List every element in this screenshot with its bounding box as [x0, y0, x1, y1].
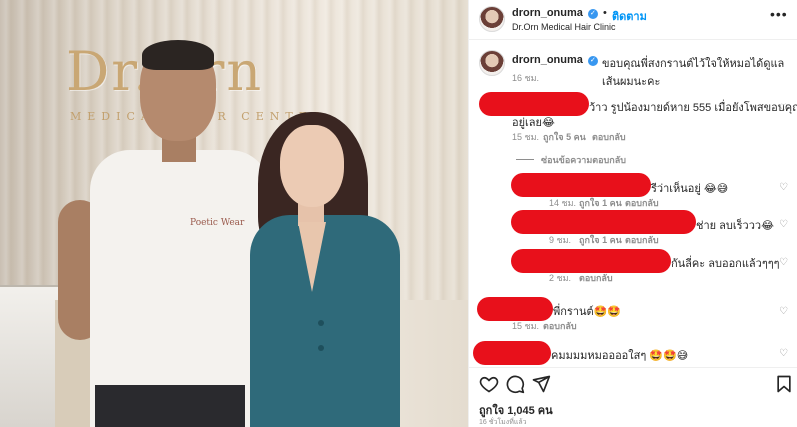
action-bar: [469, 367, 797, 397]
reply-button[interactable]: ตอบกลับ: [543, 319, 577, 333]
woman-face: [280, 125, 344, 207]
comment-likes[interactable]: ถูกใจ 5 คน: [543, 130, 586, 144]
comment-text: คมมมมหมออออใสๆ 🤩🤩😅: [551, 350, 689, 362]
header-location[interactable]: Dr.Orn Medical Hair Clinic: [512, 22, 616, 32]
reply-likes[interactable]: ถูกใจ 1 คน: [579, 233, 622, 247]
reply-likes[interactable]: ถูกใจ 1 คน: [579, 196, 622, 210]
heart-icon[interactable]: ♡: [779, 306, 788, 317]
heart-icon[interactable]: ♡: [779, 348, 788, 359]
reception-counter: [0, 285, 60, 427]
comment-icon[interactable]: [505, 374, 525, 394]
username-text[interactable]: drorn_onuma: [512, 54, 583, 66]
caption-time: 16 ชม.: [512, 73, 540, 83]
redacted-username: [473, 341, 551, 365]
redacted-username: [511, 173, 651, 197]
blazer-button: [318, 320, 324, 326]
header-username[interactable]: drorn_onuma ✓: [512, 7, 598, 19]
comment-text: พี่กรานต์🤩🤩: [553, 306, 622, 318]
comment-text: ว้าว รูปน้องมายด์หาย 555 เมื่อยังโพสขอบค…: [589, 102, 797, 114]
send-icon[interactable]: [531, 374, 551, 394]
reply-button[interactable]: ตอบกลับ: [625, 233, 659, 247]
redacted-username: [511, 210, 696, 234]
shirt-print: Poetic Wear: [190, 218, 245, 228]
reply-text: ช่าย ลบเร็ววว😂: [696, 220, 774, 232]
man-hair: [142, 40, 214, 70]
post-header: drorn_onuma ✓ • ติดตาม Dr.Orn Medical Ha…: [469, 0, 797, 40]
follow-button[interactable]: ติดตาม: [612, 7, 647, 25]
woman-lapel: [298, 222, 326, 292]
caption-username[interactable]: drorn_onuma ✓: [512, 54, 598, 66]
reply-time: 2 ชม.: [549, 273, 572, 283]
comment-time: 15 ชม.: [512, 321, 540, 331]
redacted-username: [477, 297, 553, 321]
comment-text-continued: อยู่เลย😂: [512, 117, 555, 129]
comment-time: 15 ชม.: [512, 132, 540, 142]
more-horizontal-icon[interactable]: •••: [770, 6, 788, 22]
post-side-panel: drorn_onuma ✓ • ติดตาม Dr.Orn Medical Ha…: [468, 0, 797, 427]
caption-text: ขอบคุณพี่สงกรานต์ไว้ใจให้หมอได้ดูแลเส้นผ…: [601, 58, 785, 88]
reply-time: 14 ชม.: [549, 198, 577, 208]
reply-time: 9 ชม.: [549, 235, 572, 245]
heart-icon[interactable]: [479, 374, 499, 394]
blazer-button: [318, 345, 324, 351]
hide-replies-button[interactable]: ซ่อนข้อความตอบกลับ: [541, 153, 626, 167]
reply-button[interactable]: ตอบกลับ: [592, 130, 626, 144]
post-photo[interactable]: Dr.Orn MEDICAL HAIR CENTER Poetic Wear: [0, 0, 468, 427]
man-pants: [95, 385, 245, 427]
heart-icon[interactable]: ♡: [779, 182, 788, 193]
reply-button[interactable]: ตอบกลับ: [625, 196, 659, 210]
reply-button[interactable]: ตอบกลับ: [579, 271, 613, 285]
replies-divider: [516, 159, 534, 160]
caption-avatar[interactable]: [479, 50, 505, 76]
separator-dot: •: [602, 7, 607, 19]
heart-icon[interactable]: ♡: [779, 257, 788, 268]
username-text[interactable]: drorn_onuma: [512, 7, 583, 19]
reply-text: รีว่าเห็นอยู่ 😂😅: [651, 183, 729, 195]
heart-icon[interactable]: ♡: [779, 219, 788, 230]
bookmark-icon[interactable]: [774, 374, 794, 394]
redacted-username: [511, 249, 671, 273]
verified-badge-icon: ✓: [587, 9, 598, 19]
avatar[interactable]: [479, 6, 505, 32]
post-timestamp: 16 ชั่วโมงที่แล้ว: [479, 419, 527, 426]
verified-badge-icon: ✓: [587, 56, 598, 66]
reply-text: กันลี่คะ ลบออกแล้วๆๆๆ: [671, 258, 780, 270]
heart-icon[interactable]: ♡: [779, 103, 788, 114]
